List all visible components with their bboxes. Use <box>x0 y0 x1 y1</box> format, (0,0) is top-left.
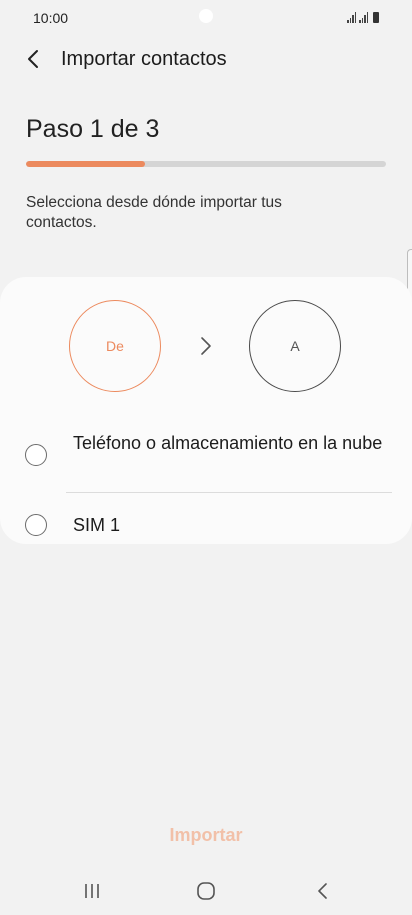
source-circle: De <box>69 300 161 392</box>
option-phone-or-cloud[interactable]: Teléfono o almacenamiento en la nube <box>0 432 412 492</box>
import-card: De A <box>0 277 412 544</box>
progress-bar <box>26 161 386 167</box>
import-button[interactable]: Importar <box>106 818 306 852</box>
navigation-bar <box>0 865 412 915</box>
chevron-right-icon <box>201 337 211 355</box>
divider <box>66 492 392 493</box>
camera-cutout <box>199 9 213 23</box>
back-icon[interactable] <box>311 879 335 903</box>
instruction-text: Selecciona desde dónde importar tus cont… <box>26 194 282 231</box>
status-icons <box>347 11 379 23</box>
destination-label: A <box>290 338 300 354</box>
battery-icon <box>373 12 379 23</box>
radio-button[interactable] <box>25 444 47 466</box>
page-title: Importar contactos <box>61 48 227 70</box>
source-label: De <box>106 338 124 354</box>
option-label: Teléfono o almacenamiento en la nube <box>73 433 383 453</box>
signal-icon <box>359 12 368 23</box>
step-title: Paso 1 de 3 <box>26 115 160 143</box>
status-bar: 10:00 <box>0 0 412 36</box>
signal-icon <box>347 12 356 23</box>
option-label: SIM 1 <box>73 515 121 535</box>
recents-icon[interactable] <box>80 879 104 903</box>
home-icon[interactable] <box>194 879 218 903</box>
progress-bar-fill <box>26 161 145 167</box>
chevron-left-icon[interactable] <box>22 47 46 71</box>
app-header: Importar contactos <box>0 36 412 84</box>
option-sim-1[interactable]: SIM 1 <box>0 512 412 540</box>
status-time: 10:00 <box>33 10 69 26</box>
radio-button[interactable] <box>25 514 47 536</box>
destination-circle: A <box>249 300 341 392</box>
